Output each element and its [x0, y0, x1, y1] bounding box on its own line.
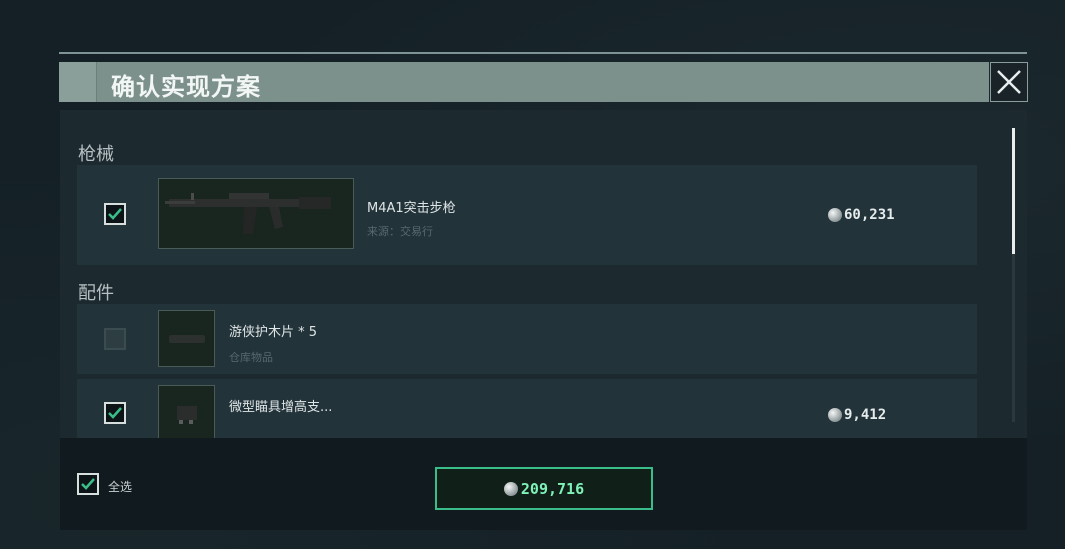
item-price: 9,412 [828, 407, 886, 423]
scrollbar-thumb[interactable] [1012, 128, 1015, 254]
scrollbar-track[interactable] [1012, 254, 1015, 422]
scope-mount-icon [177, 406, 197, 424]
item-source: 仓库物品 [229, 351, 273, 364]
title-tab-decoration [59, 62, 97, 102]
checkmark-icon [108, 407, 122, 419]
item-price: 60,231 [828, 207, 895, 223]
checkmark-icon [81, 478, 95, 490]
item-checkbox[interactable] [104, 203, 126, 225]
rifle-thumbnail [158, 178, 354, 249]
top-divider [59, 52, 1027, 54]
close-icon [997, 70, 1021, 94]
list-item-scope-mount[interactable]: 微型瞄具增高支... 9,412 [77, 379, 977, 438]
dialog-title: 确认实现方案 [111, 73, 261, 101]
list-item-m4a1[interactable]: M4A1突击步枪 来源：交易行 60,231 [77, 165, 977, 265]
item-name: 微型瞄具增高支... [229, 400, 333, 415]
rifle-icon [165, 193, 331, 234]
section-label-guns: 枪械 [78, 144, 114, 165]
item-list-panel[interactable]: 枪械 M4A1突击步枪 来源：交易行 60,231 配件 游侠护木片 * 5 仓… [60, 110, 1027, 438]
item-checkbox-disabled[interactable] [104, 328, 126, 350]
confirm-purchase-button[interactable]: 209,716 [435, 467, 653, 510]
part-thumbnail [158, 385, 215, 438]
part-thumbnail [158, 310, 215, 367]
total-price: 209,716 [520, 479, 585, 498]
item-source: 来源：交易行 [367, 225, 433, 238]
list-item-handguard[interactable]: 游侠护木片 * 5 仓库物品 [77, 304, 977, 374]
item-checkbox[interactable] [104, 402, 126, 424]
section-label-parts: 配件 [78, 283, 114, 304]
dialog-title-bar: 确认实现方案 [59, 62, 989, 102]
select-all-label: 全选 [108, 480, 133, 494]
item-name: M4A1突击步枪 [367, 201, 456, 216]
coin-icon [828, 208, 842, 222]
dialog-footer: 全选 209,716 [60, 438, 1027, 530]
checkmark-icon [108, 208, 122, 220]
coin-icon [828, 408, 842, 422]
handguard-icon [169, 335, 205, 343]
select-all-checkbox[interactable] [77, 473, 99, 495]
close-button[interactable] [990, 62, 1028, 102]
item-name: 游侠护木片 * 5 [229, 325, 318, 340]
coin-icon [503, 481, 518, 496]
